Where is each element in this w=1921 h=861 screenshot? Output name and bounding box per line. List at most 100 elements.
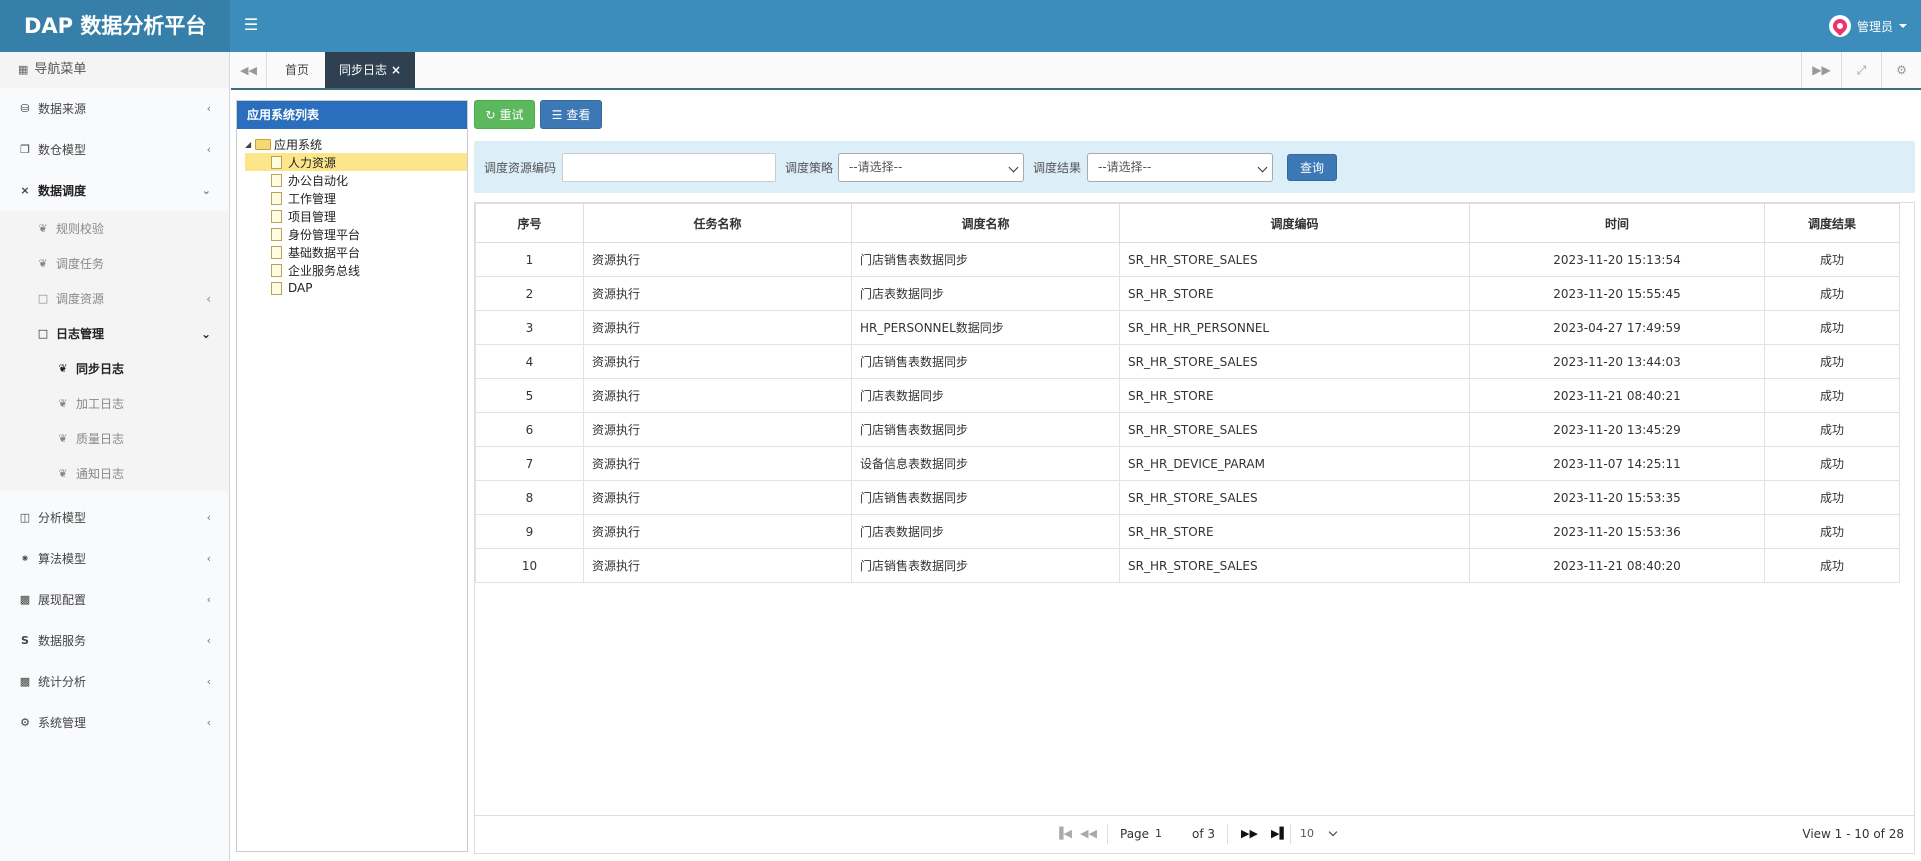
tab-scroll-right-button[interactable]: ▶▶ [1801, 52, 1841, 88]
tab-sync-log[interactable]: 同步日志 × [325, 52, 416, 88]
file-icon [271, 173, 282, 187]
sidebar-item-analysis-model[interactable]: ◫ 分析模型 ‹ [0, 497, 229, 538]
strategy-select[interactable]: --请选择-- [838, 153, 1024, 182]
cell-schedule-name: 门店表数据同步 [851, 276, 1120, 311]
tree-node-label: 身份管理平台 [288, 227, 361, 242]
strategy-label: 调度策略 [785, 161, 834, 175]
table-row[interactable]: 10 资源执行 门店销售表数据同步 SR_HR_STORE_SALES 2023-11-… [475, 548, 1900, 583]
nav-header: ▦ 导航菜单 [0, 52, 229, 88]
app-title: DAP 数据分析平台 [0, 0, 230, 52]
tab-options-button[interactable]: ⚙ [1881, 52, 1921, 88]
cell-schedule-name: 门店销售表数据同步 [851, 480, 1120, 515]
view-button[interactable]: ☰ 查看 [540, 100, 602, 129]
sidebar-item-schedule-resource[interactable]: □ 调度资源 ‹ [0, 281, 229, 316]
column-header-task-name[interactable]: 任务名称 [583, 203, 852, 243]
tree-node-enterprise-service-bus[interactable]: 企业服务总线 [245, 261, 467, 279]
sidebar-item-data-source[interactable]: ⛁ 数据来源 ‹ [0, 88, 229, 129]
cell-task-name: 资源执行 [583, 344, 852, 379]
tree-node-project-management[interactable]: 项目管理 [245, 207, 467, 225]
close-icon[interactable]: × [391, 63, 401, 77]
column-header-schedule-name[interactable]: 调度名称 [851, 203, 1120, 243]
tree-node-label: 办公自动化 [288, 173, 349, 188]
sidebar-item-data-service[interactable]: S 数据服务 ‹ [0, 620, 229, 661]
sidebar-item-notify-log[interactable]: ❦ 通知日志 [0, 456, 229, 491]
table-row[interactable]: 6 资源执行 门店销售表数据同步 SR_HR_STORE_SALES 2023-11-2… [475, 412, 1900, 447]
page-count: of 3 [1192, 827, 1216, 841]
forward-icon: ▶▶ [1812, 63, 1831, 77]
tree-node-hr[interactable]: 人力资源 [245, 153, 467, 171]
retry-button[interactable]: ↻ 重试 [474, 100, 535, 129]
page-number-input[interactable]: 1 [1151, 824, 1187, 844]
sidebar-item-log-management[interactable]: □ 日志管理 ⌄ [0, 316, 229, 351]
table-row[interactable]: 5 资源执行 门店表数据同步 SR_HR_STORE 2023-11-21 08:40:… [475, 378, 1900, 413]
tree-node-base-data-platform[interactable]: 基础数据平台 [245, 243, 467, 261]
sidebar-item-algorithm-model[interactable]: ⁕ 算法模型 ‹ [0, 538, 229, 579]
sidebar-item-quality-log[interactable]: ❦ 质量日志 [0, 421, 229, 456]
cell-index: 9 [475, 514, 584, 549]
first-page-icon[interactable]: ▐◀ [1055, 827, 1072, 840]
sidebar-item-rule-check[interactable]: ❦ 规则校验 [0, 211, 229, 246]
cell-schedule-code: SR_HR_HR_PERSONNEL [1119, 310, 1470, 345]
file-icon [271, 227, 282, 241]
cell-result: 成功 [1764, 548, 1900, 583]
sidebar-item-label: 数据来源 [38, 102, 87, 116]
sidebar-item-data-scheduling[interactable]: ⨯ 数据调度 ⌄ [0, 170, 229, 211]
cell-schedule-code: SR_HR_STORE_SALES [1119, 344, 1470, 379]
tree-root-node[interactable]: ◢ 应用系统 [245, 135, 467, 153]
database-icon: ⛁ [20, 102, 30, 115]
cell-task-name: 资源执行 [583, 514, 852, 549]
cell-task-name: 资源执行 [583, 412, 852, 447]
tree-expand-icon[interactable]: ◢ [245, 140, 255, 149]
column-header-time[interactable]: 时间 [1469, 203, 1765, 243]
cell-index: 8 [475, 480, 584, 515]
tree-node-work-management[interactable]: 工作管理 [245, 189, 467, 207]
resource-code-label: 调度资源编码 [484, 161, 557, 175]
tree-node-office-automation[interactable]: 办公自动化 [245, 171, 467, 189]
table-row[interactable]: 1 资源执行 门店销售表数据同步 SR_HR_STORE_SALES 2023-11-2… [475, 242, 1900, 277]
query-button[interactable]: 查询 [1287, 154, 1337, 181]
sidebar-item-schedule-task[interactable]: ❦ 调度任务 [0, 246, 229, 281]
column-header-index[interactable]: 序号 [475, 203, 584, 243]
tab-scroll-left-button[interactable]: ◀◀ [231, 52, 267, 88]
prev-page-icon[interactable]: ◀◀ [1080, 827, 1097, 840]
table-row[interactable]: 9 资源执行 门店表数据同步 SR_HR_STORE 2023-11-20 15:53:… [475, 514, 1900, 549]
result-select[interactable]: --请选择-- [1087, 153, 1273, 182]
resource-code-input[interactable] [562, 153, 776, 182]
file-icon [271, 209, 282, 223]
page-size-select[interactable]: 10 [1300, 824, 1340, 844]
sidebar-item-statistics[interactable]: ▩ 统计分析 ‹ [0, 661, 229, 702]
fullscreen-button[interactable]: ⤢ [1841, 52, 1881, 88]
sidebar-item-warehouse-model[interactable]: ❐ 数仓模型 ‹ [0, 129, 229, 170]
table-row[interactable]: 4 资源执行 门店销售表数据同步 SR_HR_STORE_SALES 2023-11-2… [475, 344, 1900, 379]
sidebar-item-label: 数据调度 [38, 184, 87, 198]
chevron-left-icon: ‹ [206, 634, 211, 647]
table-row[interactable]: 8 资源执行 门店销售表数据同步 SR_HR_STORE_SALES 2023-11-2… [475, 480, 1900, 515]
backward-icon: ◀◀ [240, 63, 257, 77]
sidebar-item-system-management[interactable]: ⚙ 系统管理 ‹ [0, 702, 229, 743]
retweet-icon: ↻ [485, 107, 496, 122]
hamburger-icon[interactable]: ☰ [240, 14, 262, 36]
next-page-icon[interactable]: ▶▶ [1241, 827, 1258, 840]
table-row[interactable]: 3 资源执行 HR_PERSONNEL数据同步 SR_HR_HR_PERSONNEL 2… [475, 310, 1900, 345]
table-row[interactable]: 7 资源执行 设备信息表数据同步 SR_HR_DEVICE_PARAM 2023-11-… [475, 446, 1900, 481]
sidebar-item-sync-log[interactable]: ❦ 同步日志 [0, 351, 229, 386]
file-icon [271, 191, 282, 205]
sidebar-item-display-config[interactable]: ▩ 展现配置 ‹ [0, 579, 229, 620]
tree-node-label: 应用系统 [274, 137, 323, 152]
column-header-result[interactable]: 调度结果 [1764, 203, 1900, 243]
sidebar-item-process-log[interactable]: ❦ 加工日志 [0, 386, 229, 421]
tree-node-dap[interactable]: DAP [245, 279, 467, 297]
last-page-icon[interactable]: ▶▌ [1271, 827, 1288, 840]
tab-home[interactable]: 首页 [271, 52, 323, 88]
cell-schedule-code: SR_HR_STORE [1119, 276, 1470, 311]
cell-schedule-name: 门店销售表数据同步 [851, 412, 1120, 447]
pager-divider [1290, 824, 1291, 844]
column-header-schedule-code[interactable]: 调度编码 [1119, 203, 1470, 243]
chevron-left-icon: ‹ [206, 593, 211, 606]
table-row[interactable]: 2 资源执行 门店表数据同步 SR_HR_STORE 2023-11-20 15:55:… [475, 276, 1900, 311]
tree-node-identity-platform[interactable]: 身份管理平台 [245, 225, 467, 243]
sidebar-item-label: 统计分析 [38, 675, 87, 689]
cell-time: 2023-04-27 17:49:59 [1469, 310, 1765, 345]
submenu-data-scheduling: ❦ 规则校验 ❦ 调度任务 □ 调度资源 ‹ □ 日志管理 ⌄ ❦ 同步日志 ❦… [0, 211, 229, 491]
user-menu[interactable]: 管理员 [1828, 14, 1907, 38]
